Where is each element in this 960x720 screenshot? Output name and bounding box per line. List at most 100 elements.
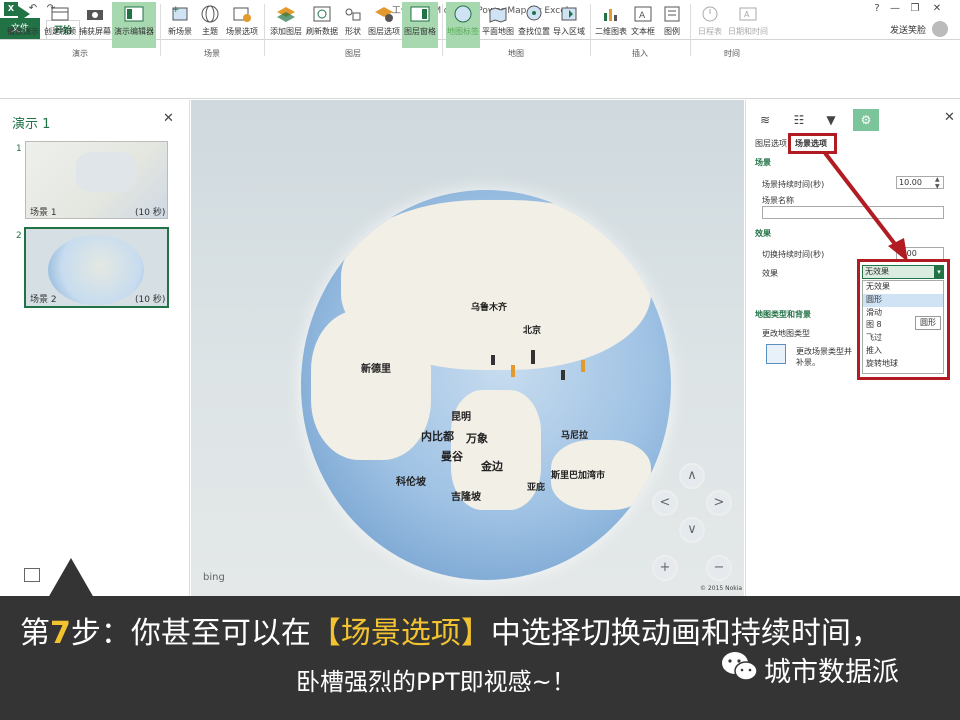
close-icon[interactable]: ✕ <box>163 111 174 126</box>
scene-duration: (10 秒) <box>135 208 166 218</box>
send-smile-link[interactable]: 发送笑脸 <box>890 23 926 36</box>
import-regions-icon <box>561 7 577 21</box>
add-layer-button[interactable]: 添加图层 <box>268 2 304 48</box>
city-label: 亚庇 <box>527 483 546 493</box>
flat-map-label: 平面地图 <box>482 27 514 36</box>
map-view[interactable]: 乌鲁木齐 北京 新德里 昆明 内比都 万象 曼谷 金边 马尼拉 科伦坡 吉隆坡 … <box>191 100 744 596</box>
new-scene-button[interactable]: + 新场景 <box>164 2 196 48</box>
tour-editor-button[interactable]: 演示编辑器 <box>112 2 156 48</box>
map-labels-button[interactable]: 地图标签 <box>446 2 480 48</box>
scene-label: 场景 1 <box>30 208 57 218</box>
section-scene: 场景 <box>755 158 771 167</box>
close-icon[interactable]: ✕ <box>930 2 944 16</box>
svg-text:+: + <box>172 5 180 15</box>
map-labels-icon <box>454 5 472 23</box>
flat-map-button[interactable]: 平面地图 <box>480 2 516 48</box>
ribbon-divider <box>590 4 591 56</box>
timeline-label: 日程表 <box>698 27 722 36</box>
play-tour-button[interactable]: 播放演示 <box>4 2 42 48</box>
city-label: 内比都 <box>421 430 454 443</box>
capture-screen-label: 捕获屏幕 <box>79 27 111 36</box>
scene-options-button[interactable]: 场景选项 <box>224 2 260 48</box>
create-video-label: 创建视频 <box>44 27 76 36</box>
thumbnail-globe <box>48 235 144 305</box>
avatar[interactable] <box>932 21 948 37</box>
text-box-icon: A <box>634 6 652 22</box>
city-label: 吉隆坡 <box>451 492 481 503</box>
scene-options-label: 场景选项 <box>226 27 258 36</box>
image-icon[interactable] <box>766 344 786 364</box>
wechat-icon <box>722 652 758 681</box>
effect-label: 效果 <box>762 269 778 278</box>
caption-line-1-rest: 中选择切换动画和持续时间， <box>490 616 881 651</box>
find-location-label: 查找位置 <box>518 27 550 36</box>
tilt-down-button[interactable]: ∨ <box>679 517 705 543</box>
group-time: 时间 <box>724 49 740 58</box>
restore-icon[interactable]: ❐ <box>908 2 922 16</box>
tour-title: 演示 1 <box>12 117 51 132</box>
text-box-button[interactable]: A 文本框 <box>628 2 658 48</box>
field-list-icon[interactable]: ☷ <box>786 109 812 131</box>
zoom-out-button[interactable]: − <box>706 555 732 581</box>
layer-list-icon[interactable]: ≋ <box>752 109 778 131</box>
caption-line-2: 卧槽强烈的PPT即视感~！ <box>296 668 576 696</box>
group-tour: 演示 <box>72 49 88 58</box>
layers-icon <box>277 7 295 22</box>
marker <box>491 355 495 365</box>
rotate-right-button[interactable]: > <box>706 490 732 516</box>
city-label: 乌鲁木齐 <box>471 303 508 313</box>
create-video-button[interactable]: 创建视频 <box>42 2 78 48</box>
shape-button[interactable]: 形状 <box>340 2 366 48</box>
globe-icon <box>201 5 219 23</box>
tab-layer-options[interactable]: 图层选项 <box>755 138 787 149</box>
date-time-label: 日期和时间 <box>728 27 768 36</box>
city-label: 北京 <box>523 326 542 336</box>
layer-pane-button[interactable]: 图层窗格 <box>402 2 438 48</box>
close-icon[interactable]: ✕ <box>944 110 955 125</box>
find-location-button[interactable]: 查找位置 <box>516 2 552 48</box>
ribbon-divider <box>690 4 691 56</box>
spinner-icon[interactable]: ▲ ▼ <box>935 176 940 190</box>
globe[interactable]: 乌鲁木齐 北京 新德里 昆明 内比都 万象 曼谷 金边 马尼拉 科伦坡 吉隆坡 … <box>301 190 671 580</box>
city-label: 万象 <box>466 432 488 445</box>
help-icon[interactable]: ? <box>870 2 884 16</box>
caption-keyword: 【场景选项】 <box>310 616 491 651</box>
capture-screen-button[interactable]: 捕获屏幕 <box>78 2 112 48</box>
2d-chart-button[interactable]: 二维图表 <box>594 2 628 48</box>
tilt-up-button[interactable]: ∧ <box>679 463 705 489</box>
change-map-type-label: 更改地图类型 <box>762 329 810 338</box>
caption-step-number: 7 <box>50 616 71 651</box>
tour-editor-icon <box>124 6 144 22</box>
date-time-icon: A <box>739 7 757 21</box>
ribbon-divider <box>264 4 265 56</box>
timeline-button[interactable]: 日程表 <box>694 2 726 48</box>
svg-text:A: A <box>639 11 646 21</box>
import-regions-button[interactable]: 导入区域 <box>552 2 586 48</box>
filter-icon[interactable]: ▼ <box>818 109 844 131</box>
gear-icon[interactable]: ⚙ <box>853 109 879 131</box>
shape-icon <box>345 8 361 21</box>
new-scene-label: 新场景 <box>168 27 192 36</box>
zoom-in-button[interactable]: + <box>652 555 678 581</box>
layer-options-icon <box>375 7 393 22</box>
scene-duration-label: 场景持续时间(秒) <box>762 180 825 189</box>
rotate-left-button[interactable]: < <box>652 490 678 516</box>
date-time-button[interactable]: A 日期和时间 <box>726 2 770 48</box>
theme-button[interactable]: 主题 <box>196 2 224 48</box>
text-box-label: 文本框 <box>631 27 655 36</box>
refresh-data-button[interactable]: 刷新数据 <box>304 2 340 48</box>
city-label: 马尼拉 <box>561 431 589 441</box>
marker <box>531 350 535 364</box>
add-layer-label: 添加图层 <box>270 27 302 36</box>
new-scene-icon[interactable] <box>24 568 40 582</box>
group-layer: 图层 <box>345 49 361 58</box>
caption-step-prefix: 第 <box>20 616 50 651</box>
city-label: 科伦坡 <box>396 477 426 488</box>
legend-button[interactable]: 图例 <box>658 2 686 48</box>
minimize-icon[interactable]: — <box>888 2 902 16</box>
map-labels-label: 地图标签 <box>447 27 479 36</box>
tour-editor-label: 演示编辑器 <box>114 27 154 36</box>
scene-duration: (10 秒) <box>135 295 166 305</box>
scene-label: 场景 2 <box>30 295 57 305</box>
layer-options-button[interactable]: 图层选项 <box>366 2 402 48</box>
